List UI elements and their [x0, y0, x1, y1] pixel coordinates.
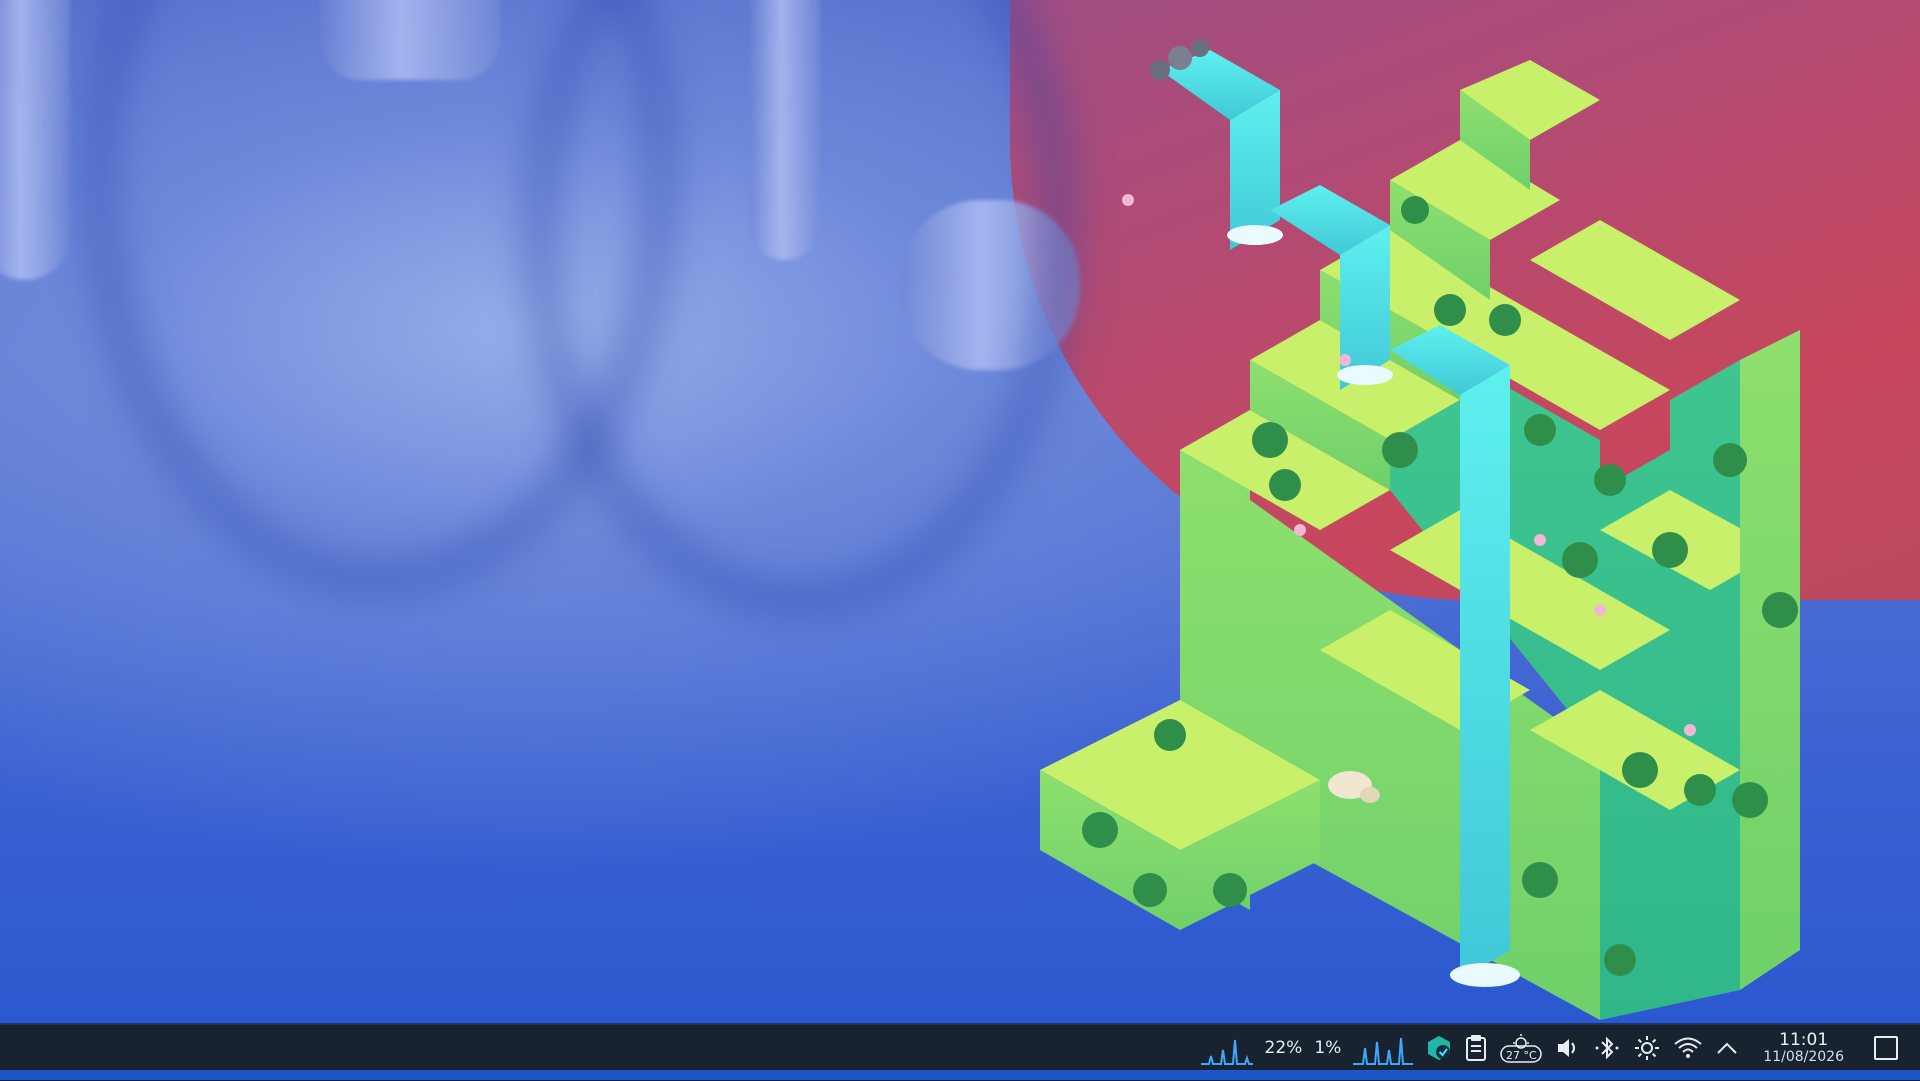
chevron-up-icon	[1717, 1042, 1738, 1054]
weather-widget[interactable]: 27 °C	[1499, 1025, 1543, 1071]
clipboard-button[interactable]	[1465, 1025, 1487, 1071]
wallpaper-shadow	[520, 0, 1080, 620]
volume-button[interactable]	[1555, 1025, 1581, 1071]
desktop-wallpaper	[0, 0, 1920, 1024]
system-tray: 22% 1% 27 °C 11:01 11/08/2026	[1195, 1025, 1920, 1071]
cpu-graph-widget[interactable]	[1200, 1025, 1253, 1071]
cpu-graph-icon	[1200, 1039, 1253, 1065]
network-graph-widget[interactable]	[1353, 1025, 1414, 1071]
wifi-button[interactable]	[1673, 1025, 1703, 1071]
memory-percent: 1%	[1314, 1037, 1342, 1058]
isometric-island-illustration	[1040, 39, 1800, 1020]
wallpaper-ribbon	[0, 0, 70, 280]
cpu-percent: 22%	[1264, 1037, 1303, 1058]
clock-widget[interactable]: 11:01 11/08/2026	[1763, 1031, 1844, 1065]
memory-usage[interactable]: 1%	[1314, 1025, 1341, 1071]
weather-temperature: 27 °C	[1505, 1049, 1537, 1062]
weather-badge: 27 °C	[1499, 1033, 1543, 1063]
clock-time: 11:01	[1779, 1030, 1829, 1050]
volume-icon	[1558, 1039, 1576, 1057]
clock-date: 11/08/2026	[1763, 1049, 1844, 1065]
taskbar-bottom-edge	[0, 1070, 1920, 1080]
show-desktop-icon	[1874, 1036, 1898, 1060]
brightness-button[interactable]	[1633, 1025, 1661, 1071]
cpu-usage[interactable]: 22%	[1265, 1025, 1303, 1071]
brightness-icon	[1635, 1036, 1660, 1060]
network-graph-icon	[1353, 1037, 1414, 1065]
bluetooth-button[interactable]	[1593, 1025, 1621, 1071]
tray-expand-button[interactable]	[1715, 1025, 1739, 1071]
wifi-icon	[1674, 1037, 1702, 1058]
update-check-icon	[1428, 1036, 1451, 1060]
show-desktop-button[interactable]	[1864, 1025, 1914, 1071]
bluetooth-icon	[1595, 1036, 1619, 1060]
update-check-button[interactable]	[1425, 1025, 1453, 1071]
clipboard-icon	[1466, 1035, 1487, 1061]
